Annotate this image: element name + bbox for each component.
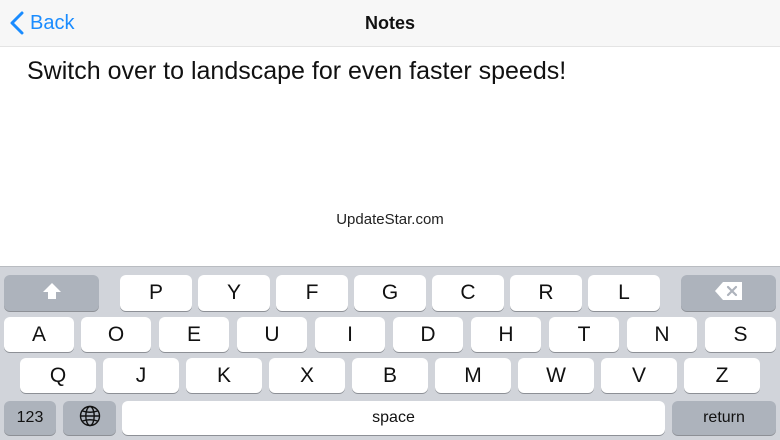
key-c[interactable]: C [432,275,504,311]
key-w[interactable]: W [518,358,594,393]
key-s[interactable]: S [705,317,776,352]
key-i[interactable]: I [315,317,385,352]
backspace-icon [714,281,744,306]
key-m[interactable]: M [435,358,511,393]
key-k[interactable]: K [186,358,262,393]
shift-arrow-icon [41,281,63,306]
key-g[interactable]: G [354,275,426,311]
key-e[interactable]: E [159,317,229,352]
space-key[interactable]: space [122,401,665,435]
key-t[interactable]: T [549,317,619,352]
navigation-bar: Back Notes [0,0,780,47]
key-b[interactable]: B [352,358,428,393]
watermark-text: UpdateStar.com [336,211,444,228]
page-title: Notes [364,13,415,33]
key-u[interactable]: U [237,317,307,352]
shift-key[interactable] [4,275,99,311]
key-f[interactable]: F [276,275,348,311]
globe-icon [79,405,101,432]
return-key[interactable]: return [672,401,776,435]
globe-key[interactable] [63,401,116,435]
key-r[interactable]: R [510,275,582,311]
key-a[interactable]: A [4,317,74,352]
key-d[interactable]: D [393,317,463,352]
key-q[interactable]: Q [20,358,96,393]
note-body-text[interactable]: Switch over to landscape for even faster… [27,57,566,86]
delete-key[interactable] [681,275,776,311]
key-y[interactable]: Y [198,275,270,311]
key-v[interactable]: V [601,358,677,393]
key-l[interactable]: L [588,275,660,311]
key-o[interactable]: O [81,317,151,352]
key-p[interactable]: P [120,275,192,311]
numbers-key[interactable]: 123 [4,401,56,435]
key-x[interactable]: X [269,358,345,393]
key-z[interactable]: Z [684,358,760,393]
key-n[interactable]: N [627,317,697,352]
key-j[interactable]: J [103,358,179,393]
key-h[interactable]: H [471,317,541,352]
keyboard: P Y F G C R L A O E U I D H T N S Q J K … [0,266,780,440]
